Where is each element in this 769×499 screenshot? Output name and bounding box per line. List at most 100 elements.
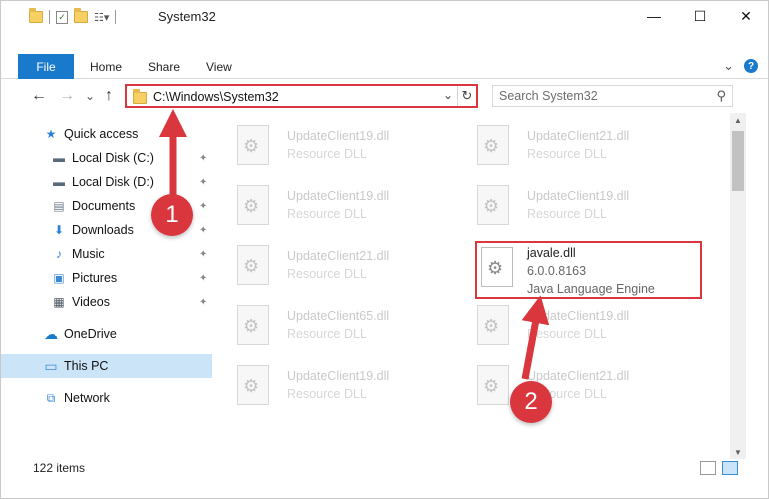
file-item[interactable]: UpdateClient19.dll Resource DLL (223, 119, 449, 171)
computer-icon: ▭ (44, 357, 58, 374)
item-count: 122 items (33, 461, 86, 475)
step-badge-1: 1 (151, 194, 193, 236)
address-bar[interactable]: C:\Windows\System32 ⌄ ↻ (125, 84, 478, 108)
refresh-button[interactable]: ↻ (457, 86, 476, 106)
sidebar-item-pictures[interactable]: ▣ Pictures ✦ (1, 266, 212, 290)
search-box[interactable]: ⚲ (492, 85, 733, 107)
file-item[interactable]: UpdateClient21.dll Resource DLL (463, 119, 689, 171)
chevron-down-icon[interactable]: ⌄ (443, 88, 453, 102)
highlight-box (475, 241, 702, 299)
dll-file-icon (237, 245, 269, 285)
back-button[interactable]: ← (31, 87, 47, 105)
tab-home[interactable]: Home (90, 60, 122, 74)
dll-file-icon (237, 125, 269, 165)
drive-icon: ▬ (53, 175, 65, 189)
tab-view[interactable]: View (206, 60, 232, 74)
ribbon-controls: ⌄ ? (723, 58, 758, 74)
search-icon[interactable]: ⚲ (716, 88, 726, 104)
sidebar-item-local-disk-c[interactable]: ▬ Local Disk (C:) ✦ (1, 146, 212, 170)
file-name: UpdateClient21.dll (527, 129, 630, 143)
file-name: UpdateClient19.dll (287, 129, 390, 143)
drive-icon: ▬ (53, 151, 65, 165)
pin-icon[interactable]: ✦ (199, 273, 207, 284)
new-folder-icon[interactable] (74, 8, 88, 23)
recent-locations-button[interactable]: ⌄ (85, 89, 95, 103)
file-item[interactable]: UpdateClient21.dll Resource DLL (463, 359, 689, 411)
maximize-button[interactable]: ☐ (677, 1, 723, 31)
address-path[interactable]: C:\Windows\System32 (153, 90, 279, 104)
properties-icon[interactable]: ✓ (56, 10, 68, 24)
music-icon: ♪ (56, 247, 62, 261)
navigation-pane: ★ Quick access ▬ Local Disk (C:) ✦ ▬ Loc… (1, 119, 213, 459)
toolbar-divider (49, 10, 50, 24)
scroll-down-icon[interactable]: ▼ (730, 445, 746, 459)
dll-file-icon (477, 125, 509, 165)
folder-icon (133, 89, 147, 104)
file-description: Resource DLL (287, 327, 367, 341)
ribbon: File Home Share View ⌄ ? (1, 54, 768, 79)
close-button[interactable]: ✕ (723, 1, 769, 31)
sidebar-item-music[interactable]: ♪ Music ✦ (1, 242, 212, 266)
step-badge-2: 2 (510, 381, 552, 423)
large-icons-view-icon[interactable] (722, 461, 738, 475)
documents-icon: ▤ (53, 199, 65, 213)
file-name: UpdateClient19.dll (287, 369, 390, 383)
file-explorer-window: ✓ ☷▾ System32 — ☐ ✕ File Home Share View… (0, 0, 769, 499)
dll-file-icon (237, 365, 269, 405)
sidebar-item-label: Music (72, 247, 105, 261)
sidebar-item-label: This PC (64, 359, 109, 373)
sidebar-item-label: Local Disk (C:) (72, 151, 154, 165)
pin-icon[interactable]: ✦ (199, 225, 207, 236)
scroll-up-icon[interactable]: ▲ (730, 113, 746, 127)
pin-icon[interactable]: ✦ (199, 153, 207, 164)
minimize-button[interactable]: — (631, 1, 677, 31)
star-icon: ★ (45, 127, 57, 141)
search-input[interactable] (493, 86, 703, 106)
file-item[interactable]: UpdateClient19.dll Resource DLL (463, 299, 689, 351)
pin-icon[interactable]: ✦ (199, 201, 207, 212)
up-button[interactable]: ↑ (105, 87, 113, 105)
status-bar: 122 items (1, 459, 768, 479)
sidebar-item-network[interactable]: ⧉ Network (1, 386, 212, 410)
customize-toolbar-icon[interactable]: ☷▾ (94, 11, 109, 24)
expand-ribbon-icon[interactable]: ⌄ (723, 58, 734, 74)
details-view-icon[interactable] (700, 461, 716, 475)
file-name: UpdateClient65.dll (287, 309, 390, 323)
sidebar-item-quick-access[interactable]: ★ Quick access (1, 122, 212, 146)
sidebar-item-videos[interactable]: ▦ Videos ✦ (1, 290, 212, 314)
vertical-scrollbar[interactable]: ▲ ▼ (730, 113, 746, 459)
file-item[interactable]: UpdateClient19.dll Resource DLL (223, 359, 449, 411)
dll-file-icon (237, 305, 269, 345)
dll-file-icon (237, 185, 269, 225)
tab-share[interactable]: Share (148, 60, 180, 74)
pictures-icon: ▣ (53, 271, 65, 285)
pin-icon[interactable]: ✦ (199, 297, 207, 308)
dll-file-icon (477, 365, 509, 405)
sidebar-item-label: Videos (72, 295, 110, 309)
forward-button[interactable]: → (59, 87, 75, 105)
file-item[interactable]: UpdateClient19.dll Resource DLL (463, 179, 689, 231)
window-title: System32 (158, 9, 216, 24)
file-name: UpdateClient21.dll (527, 369, 630, 383)
file-description: Resource DLL (287, 387, 367, 401)
sidebar-item-local-disk-d[interactable]: ▬ Local Disk (D:) ✦ (1, 170, 212, 194)
file-item[interactable]: UpdateClient19.dll Resource DLL (223, 179, 449, 231)
file-description: Resource DLL (287, 267, 367, 281)
sidebar-item-onedrive[interactable]: ☁ OneDrive (1, 322, 212, 346)
sidebar-item-label: Local Disk (D:) (72, 175, 154, 189)
sidebar-item-this-pc[interactable]: ▭ This PC (1, 354, 212, 378)
navigation-bar: ← → ⌄ ↑ C:\Windows\System32 ⌄ ↻ ⚲ (1, 81, 768, 113)
scrollbar-thumb[interactable] (732, 131, 744, 191)
file-item[interactable]: UpdateClient21.dll Resource DLL (223, 239, 449, 291)
tab-file[interactable]: File (18, 54, 74, 79)
sidebar-item-label: Documents (72, 199, 136, 213)
videos-icon: ▦ (53, 295, 65, 309)
help-icon[interactable]: ? (744, 59, 758, 73)
pin-icon[interactable]: ✦ (199, 177, 207, 188)
dll-file-icon (477, 185, 509, 225)
sidebar-item-label: Quick access (64, 127, 139, 141)
file-item[interactable]: UpdateClient65.dll Resource DLL (223, 299, 449, 351)
file-description: Resource DLL (287, 147, 367, 161)
pin-icon[interactable]: ✦ (199, 249, 207, 260)
sidebar-item-label: Pictures (72, 271, 118, 285)
